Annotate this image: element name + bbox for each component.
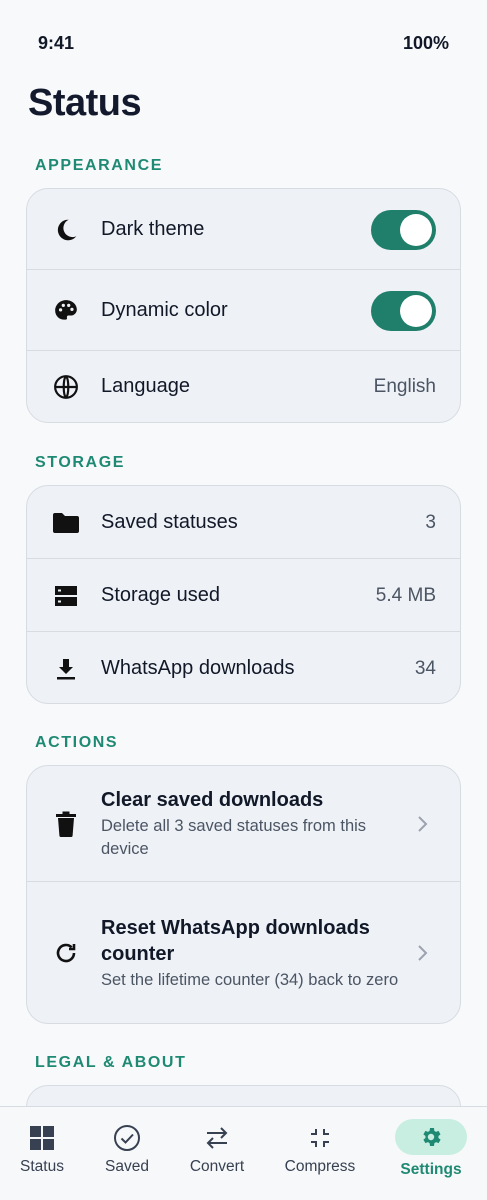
nav-saved[interactable]: Saved: [82, 1107, 172, 1200]
language-label: Language: [101, 375, 190, 397]
nav-convert-label: Convert: [189, 1158, 245, 1175]
palette-icon: [51, 296, 81, 326]
status-bar: 9:41 100%: [0, 0, 487, 86]
whatsapp-downloads-label: WhatsApp downloads: [101, 657, 295, 679]
saved-statuses-label: Saved statuses: [101, 511, 238, 533]
download-icon: [51, 654, 81, 684]
clear-downloads-subtitle: Delete all 3 saved statuses from this de…: [101, 817, 367, 858]
chevron-right-icon: [418, 945, 428, 961]
whatsapp-downloads-row[interactable]: WhatsApp downloads 34: [27, 632, 460, 703]
reset-counter-row[interactable]: Reset WhatsApp downloads counter Set the…: [27, 882, 460, 1023]
status-battery: 100%: [402, 33, 449, 53]
grid-icon: [27, 1123, 57, 1153]
reset-counter-text: Reset WhatsApp downloads counter Set the…: [101, 915, 400, 992]
dynamic-color-row[interactable]: Dynamic color: [27, 270, 460, 351]
language-value: English: [373, 375, 436, 397]
clear-downloads-text: Clear saved downloads Delete all 3 saved…: [101, 787, 400, 861]
whatsapp-downloads-value: 34: [414, 657, 436, 679]
refresh-icon: [51, 938, 81, 968]
storage-used-value: 5.4 MB: [375, 584, 436, 606]
status-time: 9:41: [38, 33, 75, 53]
section-header-storage: STORAGE: [35, 454, 126, 471]
chevron-right-icon: [418, 815, 428, 832]
nav-convert[interactable]: Convert: [172, 1107, 262, 1200]
storage-icon: [51, 581, 81, 611]
compress-icon: [305, 1123, 335, 1153]
reset-counter-subtitle: Set the lifetime counter (34) back to ze…: [101, 970, 399, 989]
moon-icon: [51, 215, 81, 245]
storage-card: Saved statuses 3 Storage used 5.4 MB Wha…: [26, 485, 461, 704]
folder-icon: [51, 508, 81, 538]
storage-used-label: Storage used: [101, 584, 220, 606]
nav-saved-label: Saved: [105, 1158, 149, 1175]
nav-compress[interactable]: Compress: [275, 1107, 365, 1200]
dark-theme-label: Dark theme: [101, 218, 205, 240]
dark-theme-toggle[interactable]: [371, 209, 436, 250]
section-header-appearance: APPEARANCE: [35, 157, 164, 174]
nav-status-label: Status: [20, 1158, 64, 1175]
page-title: Status: [28, 82, 142, 124]
dark-theme-row[interactable]: Dark theme: [27, 189, 460, 270]
bottom-nav: Status Saved Convert Compress Settings: [0, 1106, 487, 1200]
storage-used-row[interactable]: Storage used 5.4 MB: [27, 559, 460, 632]
nav-settings-label: Settings: [400, 1161, 462, 1178]
appearance-card: Dark theme Dynamic color Language Englis…: [26, 188, 461, 423]
nav-settings[interactable]: Settings: [386, 1107, 476, 1200]
dynamic-color-label: Dynamic color: [101, 299, 228, 321]
actions-card: Clear saved downloads Delete all 3 saved…: [26, 765, 461, 1024]
nav-compress-label: Compress: [284, 1158, 356, 1175]
nav-status[interactable]: Status: [0, 1107, 87, 1200]
clear-downloads-title: Clear saved downloads: [101, 789, 324, 811]
gear-icon: [416, 1122, 446, 1152]
swap-arrows-icon: [202, 1123, 232, 1153]
globe-icon: [51, 372, 81, 402]
reset-counter-title: Reset WhatsApp downloads counter: [101, 916, 370, 965]
check-circle-icon: [112, 1123, 142, 1153]
saved-statuses-row[interactable]: Saved statuses 3: [27, 486, 460, 559]
dynamic-color-toggle[interactable]: [371, 290, 436, 331]
section-header-actions: ACTIONS: [35, 734, 119, 751]
trash-icon: [51, 809, 81, 839]
clear-downloads-row[interactable]: Clear saved downloads Delete all 3 saved…: [27, 766, 460, 882]
saved-statuses-value: 3: [425, 511, 436, 533]
language-row[interactable]: Language English: [27, 351, 460, 422]
section-header-legal: LEGAL & ABOUT: [35, 1054, 187, 1071]
